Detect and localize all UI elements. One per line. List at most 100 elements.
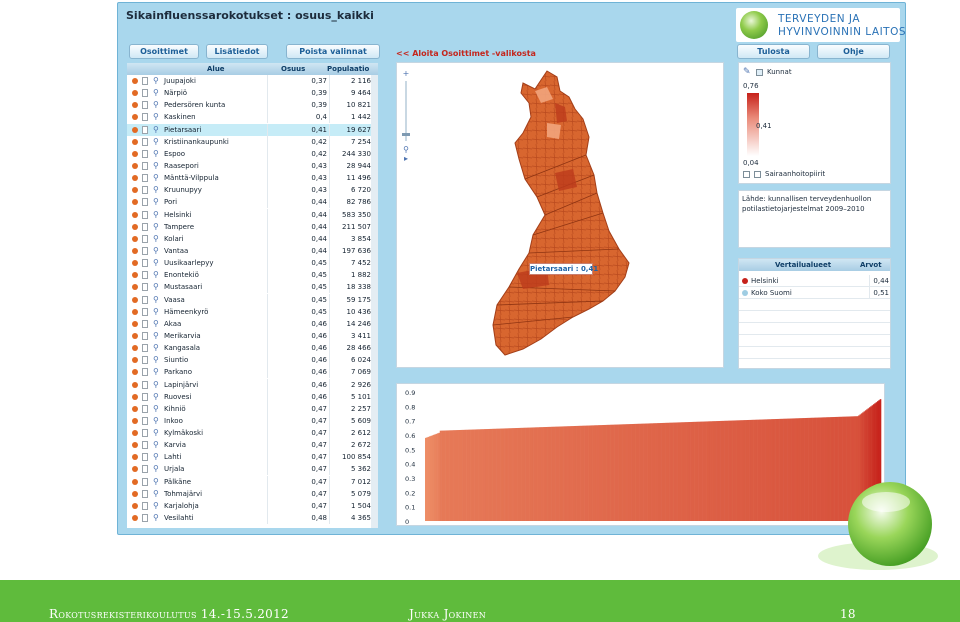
table-row[interactable]: ⚲ Karjalohja 0,47 1 504 [127, 499, 378, 512]
zoom-to-icon[interactable]: ⚲ [153, 149, 159, 159]
zoom-to-icon[interactable]: ⚲ [153, 477, 159, 487]
table-row[interactable]: ⚲ Kristiinankaupunki 0,42 7 254 [127, 135, 378, 148]
row-marker-icon[interactable] [132, 332, 138, 339]
table-row[interactable]: ⚲ Kolari 0,44 3 854 [127, 232, 378, 245]
row-marker-icon[interactable] [132, 357, 138, 364]
zoom-to-icon[interactable]: ⚲ [153, 295, 159, 305]
row-marker-icon[interactable] [132, 187, 138, 194]
document-icon[interactable] [142, 307, 148, 316]
document-icon[interactable] [142, 477, 148, 486]
zoom-to-icon[interactable]: ⚲ [153, 343, 159, 353]
zoom-to-icon[interactable]: ⚲ [153, 428, 159, 438]
document-icon[interactable] [142, 441, 148, 450]
zoom-to-icon[interactable]: ⚲ [153, 125, 159, 135]
finland-map[interactable] [397, 63, 725, 369]
zoom-to-icon[interactable]: ⚲ [153, 100, 159, 110]
table-row[interactable]: ⚲ Enontekiö 0,45 1 882 [127, 269, 378, 282]
row-marker-icon[interactable] [132, 247, 138, 254]
document-icon[interactable] [142, 259, 148, 268]
document-icon[interactable] [142, 113, 148, 122]
zoom-to-icon[interactable]: ⚲ [153, 137, 159, 147]
table-row[interactable]: ⚲ Lapinjärvi 0,46 2 926 [127, 378, 378, 391]
pencil-icon[interactable]: ✎ [743, 67, 751, 77]
table-row[interactable]: ⚲ Uusikaarlepyy 0,45 7 452 [127, 257, 378, 270]
document-icon[interactable] [142, 101, 148, 110]
table-scrollbar[interactable] [371, 75, 378, 528]
zoom-to-icon[interactable]: ⚲ [153, 331, 159, 341]
document-icon[interactable] [142, 465, 148, 474]
row-marker-icon[interactable] [132, 478, 138, 485]
document-icon[interactable] [142, 234, 148, 243]
print-button[interactable]: Tulosta [737, 44, 810, 59]
table-row[interactable]: ⚲ Närpiö 0,39 9 464 [127, 87, 378, 100]
row-marker-icon[interactable] [132, 78, 138, 84]
document-icon[interactable] [142, 186, 148, 195]
table-row[interactable]: ⚲ Pedersören kunta 0,39 10 821 [127, 99, 378, 112]
row-marker-icon[interactable] [132, 260, 138, 267]
zoom-to-icon[interactable]: ⚲ [153, 392, 159, 402]
row-marker-icon[interactable] [132, 454, 138, 461]
document-icon[interactable] [142, 246, 148, 255]
table-row[interactable]: ⚲ Vesilahti 0,48 4 365 [127, 512, 378, 525]
row-marker-icon[interactable] [132, 308, 138, 315]
row-marker-icon[interactable] [132, 235, 138, 242]
clear-selections-button[interactable]: Poista valinnat [286, 44, 380, 59]
document-icon[interactable] [142, 380, 148, 389]
document-icon[interactable] [142, 149, 148, 158]
comparison-row[interactable]: Helsinki 0,44 [739, 275, 890, 287]
table-row[interactable]: ⚲ Mustasaari 0,45 18 338 [127, 281, 378, 294]
zoom-to-icon[interactable]: ⚲ [153, 501, 159, 511]
row-marker-icon[interactable] [132, 502, 138, 509]
row-marker-icon[interactable] [132, 393, 138, 400]
hospital-districts-checkbox[interactable] [754, 171, 761, 178]
zoom-to-icon[interactable]: ⚲ [153, 452, 159, 462]
zoom-to-icon[interactable]: ⚲ [153, 76, 159, 86]
table-row[interactable]: ⚲ Tohmajärvi 0,47 5 079 [127, 487, 378, 500]
document-icon[interactable] [142, 356, 148, 365]
row-marker-icon[interactable] [132, 296, 138, 303]
table-row[interactable]: ⚲ Kaskinen 0,4 1 442 [127, 111, 378, 124]
table-row[interactable]: ⚲ Kylmäkoski 0,47 2 612 [127, 427, 378, 440]
extra-info-button[interactable]: Lisätiedot [206, 44, 268, 59]
document-icon[interactable] [142, 368, 148, 377]
map-panel[interactable]: + ⚲ ▸ Pietarsaari : 0,41 [396, 62, 724, 368]
document-icon[interactable] [142, 416, 148, 425]
zoom-to-icon[interactable]: ⚲ [153, 234, 159, 244]
zoom-to-icon[interactable]: ⚲ [153, 246, 159, 256]
document-icon[interactable] [142, 319, 148, 328]
document-icon[interactable] [142, 489, 148, 498]
zoom-to-icon[interactable]: ⚲ [153, 185, 159, 195]
document-icon[interactable] [142, 125, 148, 134]
help-button[interactable]: Ohje [817, 44, 890, 59]
row-marker-icon[interactable] [132, 114, 138, 121]
zoom-to-icon[interactable]: ⚲ [153, 380, 159, 390]
row-marker-icon[interactable] [132, 515, 138, 522]
document-icon[interactable] [142, 137, 148, 146]
row-marker-icon[interactable] [132, 381, 138, 388]
table-row[interactable]: ⚲ Tampere 0,44 211 507 [127, 220, 378, 233]
row-marker-icon[interactable] [132, 320, 138, 327]
table-row[interactable]: ⚲ Pälkäne 0,47 7 012 [127, 475, 378, 488]
document-icon[interactable] [142, 77, 148, 85]
table-row[interactable]: ⚲ Lahti 0,47 100 854 [127, 451, 378, 464]
zoom-to-icon[interactable]: ⚲ [153, 404, 159, 414]
table-row[interactable]: ⚲ Siuntio 0,46 6 024 [127, 354, 378, 367]
zoom-to-icon[interactable]: ⚲ [153, 88, 159, 98]
table-row[interactable]: ⚲ Ruovesi 0,46 5 101 [127, 390, 378, 403]
document-icon[interactable] [142, 514, 148, 523]
row-marker-icon[interactable] [132, 150, 138, 157]
zoom-to-icon[interactable]: ⚲ [153, 112, 159, 122]
zoom-to-icon[interactable]: ⚲ [153, 307, 159, 317]
document-icon[interactable] [142, 222, 148, 231]
table-row[interactable]: ⚲ Karvia 0,47 2 672 [127, 439, 378, 452]
column-header-population[interactable]: Populaatio [327, 63, 369, 75]
table-row[interactable]: ⚲ Vaasa 0,45 59 175 [127, 293, 378, 306]
table-row[interactable]: ⚲ Hämeenkyrö 0,45 10 436 [127, 305, 378, 318]
document-icon[interactable] [142, 271, 148, 280]
table-row[interactable]: ⚲ Merikarvia 0,46 3 411 [127, 329, 378, 342]
zoom-to-icon[interactable]: ⚲ [153, 258, 159, 268]
row-marker-icon[interactable] [132, 102, 138, 109]
document-icon[interactable] [142, 295, 148, 304]
row-marker-icon[interactable] [132, 211, 138, 218]
row-marker-icon[interactable] [132, 442, 138, 449]
